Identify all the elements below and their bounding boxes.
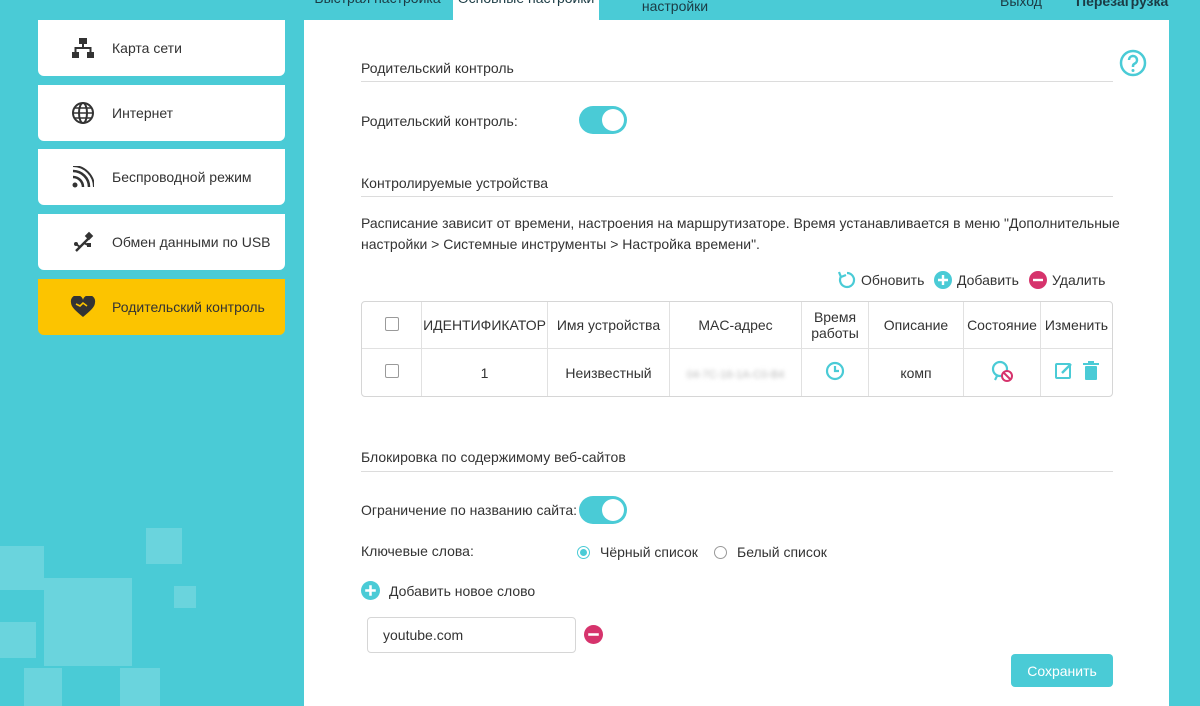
col-status: Состояние xyxy=(964,302,1041,349)
sidebar-item-label: Интернет xyxy=(112,105,174,121)
refresh-icon xyxy=(838,271,856,289)
help-icon[interactable] xyxy=(1119,49,1147,77)
parental-section-title: Родительский контроль xyxy=(361,60,514,76)
decor-square xyxy=(0,546,44,590)
add-label: Добавить xyxy=(957,272,1019,288)
edit-cell xyxy=(1041,349,1112,396)
add-icon xyxy=(361,581,380,600)
remove-keyword-icon[interactable] xyxy=(584,625,603,644)
table-header-row: ИДЕНТИФИКАТОР Имя устройства MAC-адрес В… xyxy=(362,302,1112,349)
heart-icon xyxy=(70,294,96,320)
col-uptime: Время работы xyxy=(802,302,869,349)
blacklist-radio[interactable]: Чёрный список xyxy=(577,544,698,560)
add-icon xyxy=(934,271,952,289)
edit-icon[interactable] xyxy=(1054,361,1074,381)
devices-section-title: Контролируемые устройства xyxy=(361,175,549,191)
sidebar-item-network-map[interactable]: Карта сети xyxy=(38,20,285,76)
row-select-cell xyxy=(362,349,422,396)
col-description: Описание xyxy=(869,302,964,349)
keyword-input[interactable] xyxy=(367,617,576,653)
device-description: комп xyxy=(869,349,964,396)
logout-link[interactable]: Выход xyxy=(1000,0,1042,9)
usb-icon xyxy=(70,229,96,255)
col-edit: Изменить xyxy=(1041,302,1112,349)
globe-icon xyxy=(70,100,96,126)
divider xyxy=(361,81,1113,82)
status-cell xyxy=(964,349,1041,396)
clock-icon[interactable] xyxy=(825,361,845,381)
blacklist-label: Чёрный список xyxy=(600,544,698,560)
website-block-section-title: Блокировка по содержимому веб-сайтов xyxy=(361,449,626,465)
parental-toggle[interactable] xyxy=(579,106,627,134)
decor-square xyxy=(174,586,196,608)
tab-quick-setup[interactable]: Быстрая настройка xyxy=(305,0,450,20)
refresh-button[interactable]: Обновить xyxy=(838,271,924,289)
sidebar-item-label: Карта сети xyxy=(112,40,182,56)
restriction-label: Ограничение по названию сайта: xyxy=(361,502,578,518)
sidebar-item-label: Беспроводной режим xyxy=(112,169,252,185)
schedule-note: Расписание зависит от времени, настроени… xyxy=(361,215,1120,252)
col-mac: MAC-адрес xyxy=(670,302,802,349)
sidebar-item-parental-control[interactable]: Родительский контроль xyxy=(38,279,285,335)
device-name: Неизвестный xyxy=(548,349,670,396)
sidebar-item-wireless[interactable]: Беспроводной режим xyxy=(38,149,285,205)
sidebar-item-label: Родительский контроль xyxy=(112,299,265,315)
add-word-button[interactable]: Добавить новое слово xyxy=(361,581,535,600)
sidebar-item-internet[interactable]: Интернет xyxy=(38,85,285,141)
col-device-name: Имя устройства xyxy=(548,302,670,349)
decor-square xyxy=(146,528,182,564)
add-device-button[interactable]: Добавить xyxy=(934,271,1019,289)
blacklist-radio-dot xyxy=(577,545,590,559)
devices-table: ИДЕНТИФИКАТОР Имя устройства MAC-адрес В… xyxy=(361,301,1113,397)
select-all-cell xyxy=(362,302,422,349)
mac-value: 04-7C-16-1A-C0-B4 xyxy=(686,368,785,381)
device-mac: 04-7C-16-1A-C0-B4 xyxy=(670,349,802,396)
wireless-icon xyxy=(70,164,96,190)
parental-toggle-label: Родительский контроль: xyxy=(361,113,518,129)
top-navigation: Быстрая настройка Основные настройки нас… xyxy=(0,0,1200,20)
decor-square xyxy=(44,578,132,666)
delete-device-button[interactable]: Удалить xyxy=(1029,271,1105,289)
network-map-icon xyxy=(70,35,96,61)
row-checkbox[interactable] xyxy=(384,364,399,378)
divider xyxy=(361,471,1113,472)
save-button[interactable]: Сохранить xyxy=(1011,654,1113,687)
decor-square xyxy=(24,668,62,706)
device-id: 1 xyxy=(422,349,548,396)
divider xyxy=(361,196,1113,197)
sidebar-item-label: Обмен данными по USB xyxy=(112,234,271,250)
select-all-checkbox[interactable] xyxy=(384,316,399,331)
decor-square xyxy=(0,622,36,658)
sidebar-item-usb[interactable]: Обмен данными по USB xyxy=(38,214,285,270)
status-blocked-icon[interactable] xyxy=(990,359,1014,383)
tab-basic[interactable]: Основные настройки xyxy=(453,0,599,20)
keywords-label: Ключевые слова: xyxy=(361,543,474,559)
uptime-cell xyxy=(802,349,869,396)
add-word-label: Добавить новое слово xyxy=(389,582,536,599)
table-row: 1 Неизвестный 04-7C-16-1A-C0-B4 комп xyxy=(362,349,1112,396)
delete-label: Удалить xyxy=(1052,272,1106,288)
trash-icon[interactable] xyxy=(1083,361,1100,381)
decor-square xyxy=(120,668,160,706)
remove-icon xyxy=(1029,271,1047,289)
whitelist-radio[interactable]: Белый список xyxy=(714,544,827,560)
col-id: ИДЕНТИФИКАТОР xyxy=(422,302,548,349)
whitelist-label: Белый список xyxy=(737,544,827,560)
refresh-label: Обновить xyxy=(861,272,925,288)
whitelist-radio-dot xyxy=(714,545,727,559)
restriction-toggle[interactable] xyxy=(579,496,627,524)
reboot-link[interactable]: Перезагрузка xyxy=(1076,0,1168,9)
